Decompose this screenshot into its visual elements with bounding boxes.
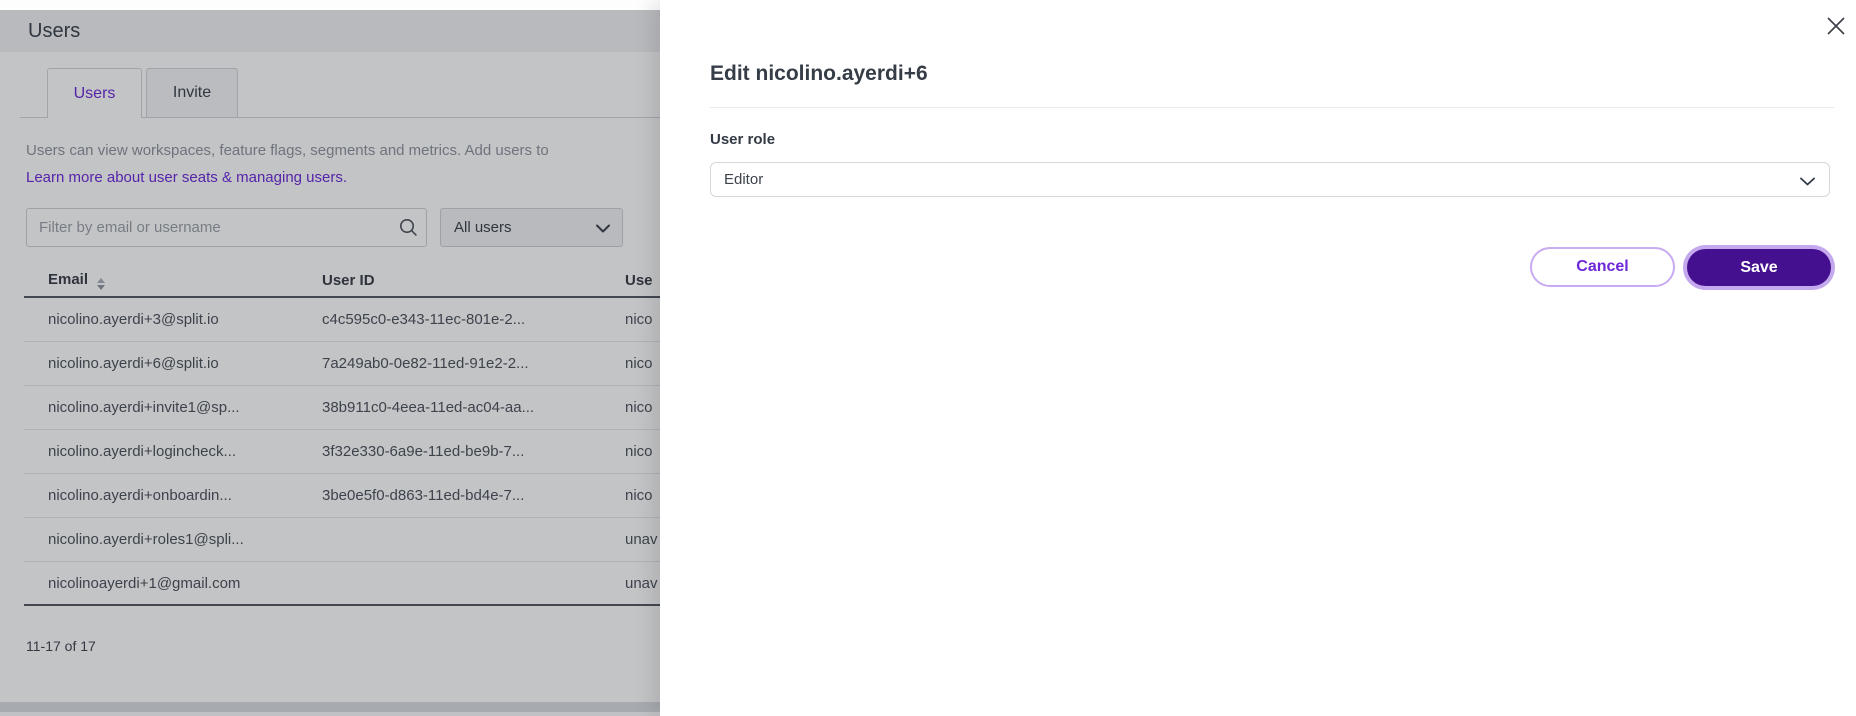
modal-divider [710,107,1834,108]
screen: Users Users Invite Users can view worksp… [0,0,1856,716]
user-role-value: Editor [711,171,763,188]
close-button[interactable] [1822,13,1850,41]
close-icon [1824,14,1848,38]
user-role-label: User role [710,131,775,148]
save-button[interactable]: Save [1687,249,1831,286]
modal-backdrop[interactable] [0,10,660,716]
top-edge [0,0,660,10]
modal-title: Edit nicolino.ayerdi+6 [710,62,928,86]
user-role-select[interactable]: Editor [710,162,1830,197]
cancel-button[interactable]: Cancel [1530,247,1675,287]
chevron-down-icon [1800,177,1815,186]
edit-user-modal: Edit nicolino.ayerdi+6 User role Editor … [660,0,1856,716]
